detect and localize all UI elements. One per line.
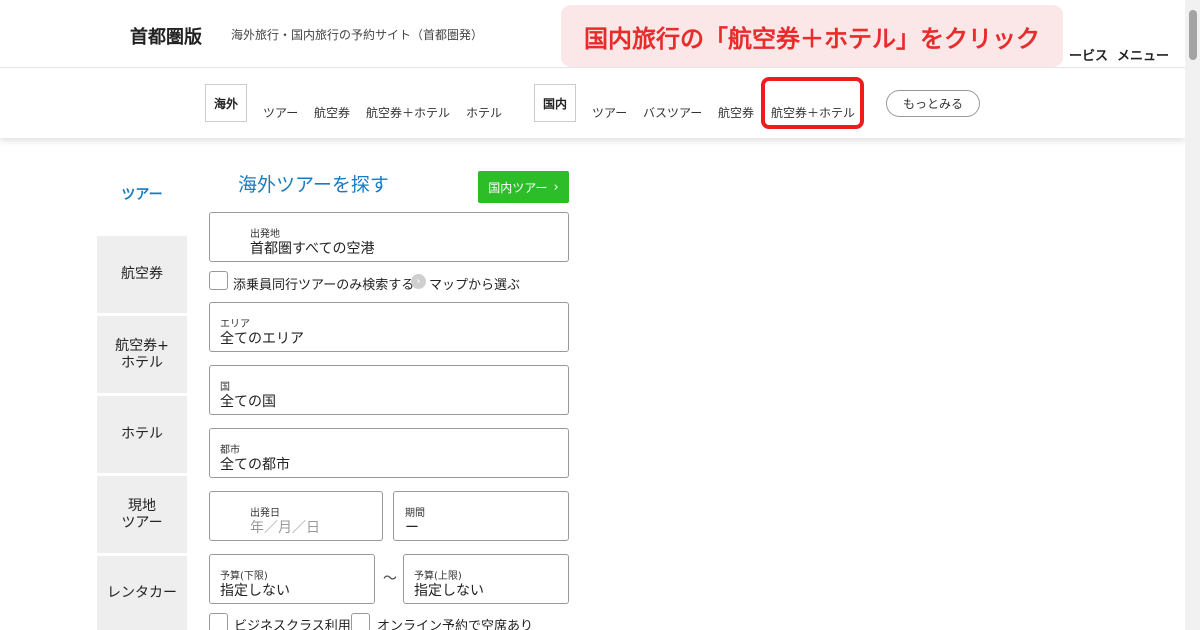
site-tagline: 海外旅行・国内旅行の予約サイト（首都圏発） [231,28,484,42]
domestic-tour-button-label: 国内ツアー [488,180,548,195]
more-button[interactable]: もっとみる [886,90,980,117]
sidebar-item-local-tour[interactable]: 現地 ツアー [97,476,187,553]
domestic-badge: 国内 [534,84,576,122]
escort-checkbox[interactable] [209,271,228,290]
budget-max-value: 指定しない [414,583,484,599]
nav-domestic-tour[interactable]: ツアー [592,104,627,121]
city-value: 全ての都市 [220,457,290,473]
nav-overseas-tour[interactable]: ツアー [263,104,298,121]
depart-date-input[interactable]: 出発日 年／月／日 [209,491,383,541]
escort-checkbox-label[interactable]: 添乗員同行ツアーのみ検索する [233,274,414,293]
sidebar-item-flight[interactable]: 航空券 [97,236,187,313]
search-form-title: 海外ツアーを探す [238,174,389,196]
chevron-right-icon[interactable]: › [411,274,426,289]
sidebar-item-tour[interactable]: ツアー [97,156,187,231]
business-class-checkbox[interactable] [209,613,228,630]
sidebar-item-rental-car[interactable]: レンタカー [97,556,187,630]
category-nav: 海外 ツアー 航空券 航空券＋ホテル ホテル 国内 ツアー バスツアー 航空券 … [0,69,1185,138]
area-value: 全てのエリア [220,331,304,347]
country-value: 全ての国 [220,394,276,410]
nav-overseas-flight[interactable]: 航空券 [314,104,350,121]
budget-min-value: 指定しない [220,583,290,599]
chevron-right-icon: › [553,179,559,195]
online-booking-label[interactable]: オンライン予約で空席あり [377,615,533,630]
highlight-box [761,77,864,129]
nav-overseas-hotel[interactable]: ホテル [466,104,502,121]
depart-date-placeholder: 年／月／日 [250,520,320,536]
departure-select[interactable]: 出発地 首都圏すべての空港 [209,212,569,262]
domestic-tour-button[interactable]: 国内ツアー › [478,171,569,203]
business-class-label[interactable]: ビジネスクラス利用 [234,615,351,630]
duration-value: ー [405,520,419,536]
budget-max-select[interactable]: 予算(上限) 指定しない [403,554,569,604]
sidebar-item-flight-hotel[interactable]: 航空券+ ホテル [97,316,187,393]
sidebar-item-hotel[interactable]: ホテル [97,396,187,473]
instruction-text: 国内旅行の「航空券＋ホテル」をクリック [584,24,1040,53]
scrollbar-thumb[interactable] [1189,10,1197,60]
nav-overseas-flight-hotel[interactable]: 航空券＋ホテル [366,104,450,121]
menu-button[interactable]: メニュー [1117,45,1169,64]
range-separator: ～ [383,571,397,587]
country-select[interactable]: 国 全ての国 [209,365,569,415]
city-select[interactable]: 都市 全ての都市 [209,428,569,478]
area-select[interactable]: エリア 全てのエリア [209,302,569,352]
services-link[interactable]: ービス [1069,45,1108,64]
site-logo[interactable]: 首都圏版 [130,23,202,49]
departure-value: 首都圏すべての空港 [250,241,375,257]
online-booking-checkbox[interactable] [351,613,370,630]
nav-domestic-flight[interactable]: 航空券 [718,104,754,121]
nav-domestic-bus-tour[interactable]: バスツアー [643,104,702,121]
map-select-link[interactable]: マップから選ぶ [429,274,520,293]
instruction-callout: 国内旅行の「航空券＋ホテル」をクリック [561,5,1063,67]
budget-min-select[interactable]: 予算(下限) 指定しない [209,554,375,604]
duration-select[interactable]: 期間 ー [393,491,569,541]
overseas-badge: 海外 [205,84,247,122]
page-scrollbar[interactable] [1185,0,1200,630]
